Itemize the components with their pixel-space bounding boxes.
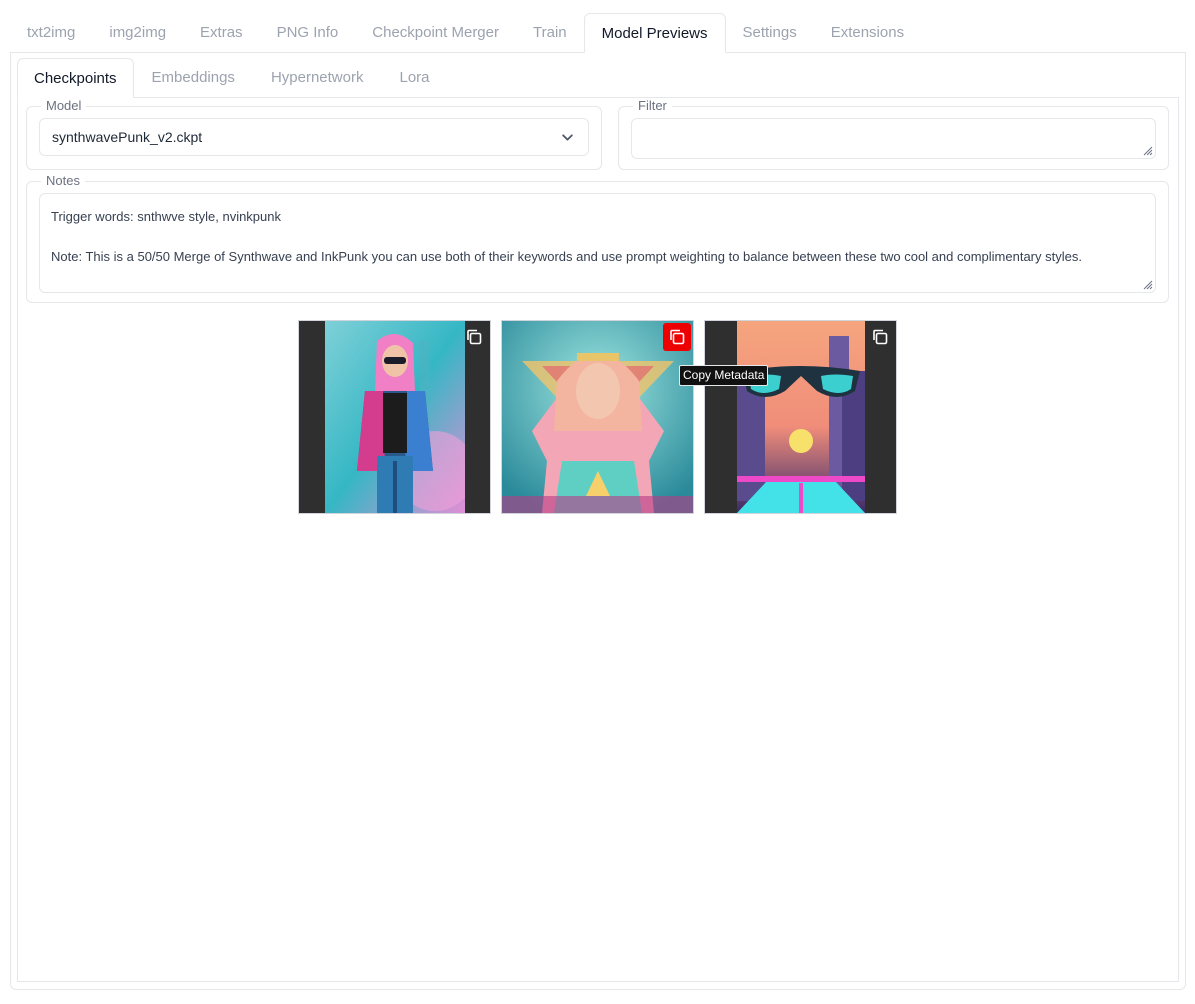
preview-image <box>325 321 465 513</box>
copy-icon <box>873 329 888 345</box>
tab-train[interactable]: Train <box>516 13 584 53</box>
model-group: Model synthwavePunk_v2.ckpt <box>26 99 602 170</box>
filter-label: Filter <box>633 99 672 113</box>
filter-group: Filter <box>618 99 1169 170</box>
notes-description: Note: This is a 50/50 Merge of Synthwave… <box>51 249 1082 264</box>
model-selected-value: synthwavePunk_v2.ckpt <box>52 129 203 145</box>
notes-trigger-words: Trigger words: snthwve style, nvinkpunk <box>51 209 282 224</box>
notes-label: Notes <box>41 174 85 188</box>
tab-extras[interactable]: Extras <box>183 13 260 53</box>
copy-metadata-button[interactable] <box>460 323 488 351</box>
filter-textarea[interactable] <box>631 118 1156 159</box>
preview-image <box>737 321 865 513</box>
copy-icon <box>467 329 482 345</box>
top-tab-bar: txt2img img2img Extras PNG Info Checkpoi… <box>10 13 1186 53</box>
notes-textarea[interactable]: Trigger words: snthwve style, nvinkpunk … <box>39 193 1156 293</box>
resize-grip-icon[interactable] <box>1141 144 1153 156</box>
tab-model-previews[interactable]: Model Previews <box>583 13 726 53</box>
tab-extensions[interactable]: Extensions <box>814 13 921 53</box>
preview-image-card[interactable] <box>298 320 491 514</box>
chevron-down-icon <box>562 134 573 141</box>
tab-png-info[interactable]: PNG Info <box>260 13 356 53</box>
copy-metadata-button[interactable] <box>663 323 691 351</box>
notes-group: Notes Trigger words: snthwve style, nvin… <box>26 174 1169 303</box>
tab-txt2img[interactable]: txt2img <box>10 13 92 53</box>
tab-settings[interactable]: Settings <box>726 13 814 53</box>
preview-image-card[interactable] <box>704 320 897 514</box>
copy-metadata-tooltip: Copy Metadata <box>679 365 769 386</box>
copy-metadata-button[interactable] <box>866 323 894 351</box>
tab-embeddings[interactable]: Embeddings <box>134 58 253 98</box>
preview-image-card[interactable] <box>501 320 694 514</box>
tab-checkpoint-merger[interactable]: Checkpoint Merger <box>355 13 516 53</box>
sub-tab-bar: Checkpoints Embeddings Hypernetwork Lora <box>17 58 448 98</box>
copy-icon <box>670 329 685 345</box>
resize-grip-icon[interactable] <box>1141 278 1153 290</box>
model-label: Model <box>41 99 87 113</box>
tab-checkpoints[interactable]: Checkpoints <box>17 58 134 98</box>
tab-img2img[interactable]: img2img <box>92 13 183 53</box>
tab-lora[interactable]: Lora <box>381 58 447 98</box>
model-dropdown[interactable]: synthwavePunk_v2.ckpt <box>39 118 589 156</box>
tab-hypernetwork[interactable]: Hypernetwork <box>253 58 382 98</box>
